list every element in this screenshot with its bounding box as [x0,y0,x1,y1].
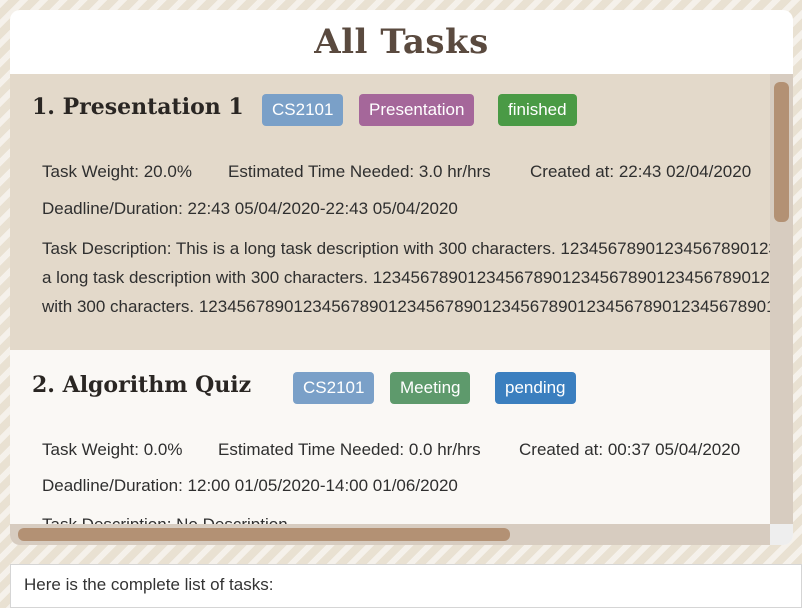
vertical-scrollbar[interactable] [770,74,793,524]
task-card[interactable]: 2. Algorithm Quiz CS2101 Meeting pending… [10,350,770,524]
task-header: 1. Presentation 1 CS2101 Presentation fi… [32,94,770,130]
description-line: Task Description: No Description [42,510,770,524]
description-line: Task Description: This is a long task de… [42,239,770,258]
task-weight: Task Weight: 20.0% [42,162,192,181]
task-list[interactable]: 1. Presentation 1 CS2101 Presentation fi… [10,74,770,524]
task-title: 1. Presentation 1 [32,94,244,120]
task-header: 2. Algorithm Quiz CS2101 Meeting pending [32,372,770,408]
created-at: Created at: 22:43 02/04/2020 [530,162,752,181]
module-tag: CS2101 [293,372,375,404]
result-display: Here is the complete list of tasks: [10,564,802,608]
vertical-scroll-thumb[interactable] [774,82,789,222]
task-description: Task Description: No Description [42,510,770,524]
scrollbar-corner [770,524,793,545]
deadline-duration: Deadline/Duration: 22:43 05/04/2020-22:4… [42,199,458,218]
deadline-duration: Deadline/Duration: 12:00 01/05/2020-14:0… [42,476,458,495]
status-tag: finished [498,94,577,126]
task-weight: Task Weight: 0.0% [42,440,183,459]
module-tag: CS2101 [262,94,344,126]
type-tag: Meeting [390,372,471,404]
task-card[interactable]: 1. Presentation 1 CS2101 Presentation fi… [10,74,770,350]
panel-title: All Tasks [314,22,489,62]
task-list-panel: All Tasks 1. Presentation 1 CS2101 Prese… [10,10,793,545]
status-tag: pending [495,372,576,404]
estimated-time: Estimated Time Needed: 3.0 hr/hrs [228,162,491,181]
horizontal-scrollbar[interactable] [10,524,770,545]
task-description: Task Description: This is a long task de… [42,234,770,321]
created-at: Created at: 00:37 05/04/2020 [519,440,741,459]
task-title: 2. Algorithm Quiz [32,372,252,398]
horizontal-scroll-thumb[interactable] [18,528,510,541]
estimated-time: Estimated Time Needed: 0.0 hr/hrs [218,440,481,459]
description-line: with 300 characters. 1234567890123456789… [42,297,770,316]
description-line: a long task description with 300 charact… [42,268,770,287]
type-tag: Presentation [359,94,475,126]
